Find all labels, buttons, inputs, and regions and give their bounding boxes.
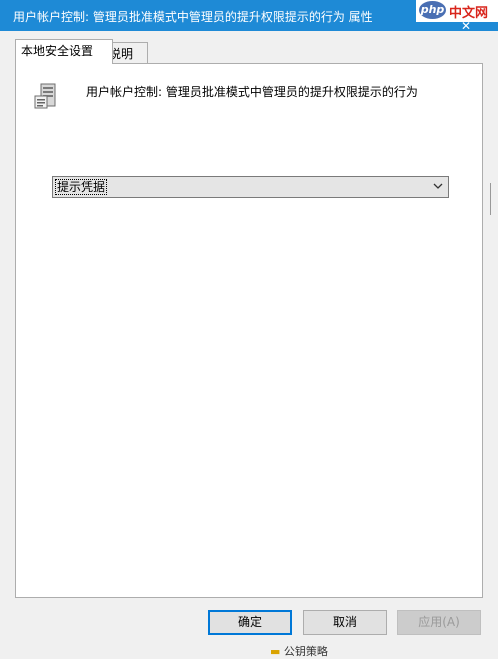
watermark: php 中文网: [416, 0, 498, 22]
window-title: 用户帐户控制: 管理员批准模式中管理员的提升权限提示的行为 属性: [13, 10, 373, 24]
watermark-text: 中文网: [449, 6, 489, 21]
behavior-select[interactable]: 提示凭据: [52, 176, 449, 198]
tab-panel: 用户帐户控制: 管理员批准模式中管理员的提升权限提示的行为 提示凭据: [15, 63, 483, 598]
background-window-edge: [490, 183, 498, 215]
background-item-label: 公钥策略: [283, 645, 328, 658]
background-tree-item: ▬ 公钥策略: [270, 643, 410, 658]
close-icon[interactable]: ✕: [456, 20, 476, 32]
tab-local-security-setting[interactable]: 本地安全设置: [15, 39, 113, 64]
watermark-logo: php: [419, 1, 446, 19]
apply-button[interactable]: 应用(A): [397, 610, 481, 635]
behavior-select-value: 提示凭据: [55, 179, 108, 195]
ok-button[interactable]: 确定: [208, 610, 292, 635]
cancel-button[interactable]: 取消: [303, 610, 387, 635]
server-policy-icon: [34, 83, 56, 109]
chevron-down-icon: [433, 183, 443, 189]
policy-title: 用户帐户控制: 管理员批准模式中管理员的提升权限提示的行为: [86, 85, 418, 99]
folder-icon: ▬: [270, 645, 281, 658]
